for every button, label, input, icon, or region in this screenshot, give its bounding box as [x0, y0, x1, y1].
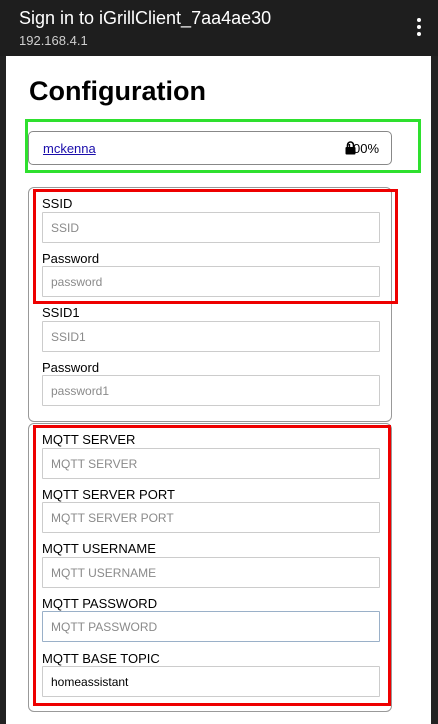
- mqtt-server-label: MQTT SERVER: [42, 432, 136, 447]
- page-title: Configuration: [29, 76, 206, 106]
- mqtt-password-input[interactable]: [42, 611, 380, 642]
- password-input[interactable]: [42, 266, 380, 297]
- title-bar: Sign in to iGrillClient_7aa4ae30 192.168…: [0, 0, 438, 56]
- wifi-network-item[interactable]: mckenna 100%: [28, 131, 392, 165]
- more-vert-icon[interactable]: [412, 16, 426, 38]
- mqtt-server-input[interactable]: [42, 448, 380, 479]
- config-page: Configuration mckenna 100% SSID Password…: [6, 56, 431, 724]
- ssid1-label: SSID1: [42, 305, 80, 320]
- mqtt-username-input[interactable]: [42, 557, 380, 588]
- mqtt-username-label: MQTT USERNAME: [42, 541, 156, 556]
- mqtt-port-input[interactable]: [42, 502, 380, 533]
- password1-input[interactable]: [42, 375, 380, 406]
- mqtt-base-topic-label: MQTT BASE TOPIC: [42, 651, 160, 666]
- network-ssid-link[interactable]: mckenna: [43, 141, 96, 156]
- window-subtitle: 192.168.4.1: [19, 33, 88, 48]
- ssid-label: SSID: [42, 196, 73, 211]
- mqtt-base-topic-input[interactable]: [42, 666, 380, 697]
- ssid-input[interactable]: [42, 212, 380, 243]
- password-label: Password: [42, 251, 100, 266]
- mqtt-port-label: MQTT SERVER PORT: [42, 487, 175, 502]
- password1-label: Password: [42, 360, 100, 375]
- ssid1-input[interactable]: [42, 321, 380, 352]
- window-title: Sign in to iGrillClient_7aa4ae30: [19, 8, 272, 28]
- signal-quality: 100%: [345, 141, 379, 156]
- mqtt-password-label: MQTT PASSWORD: [42, 596, 158, 611]
